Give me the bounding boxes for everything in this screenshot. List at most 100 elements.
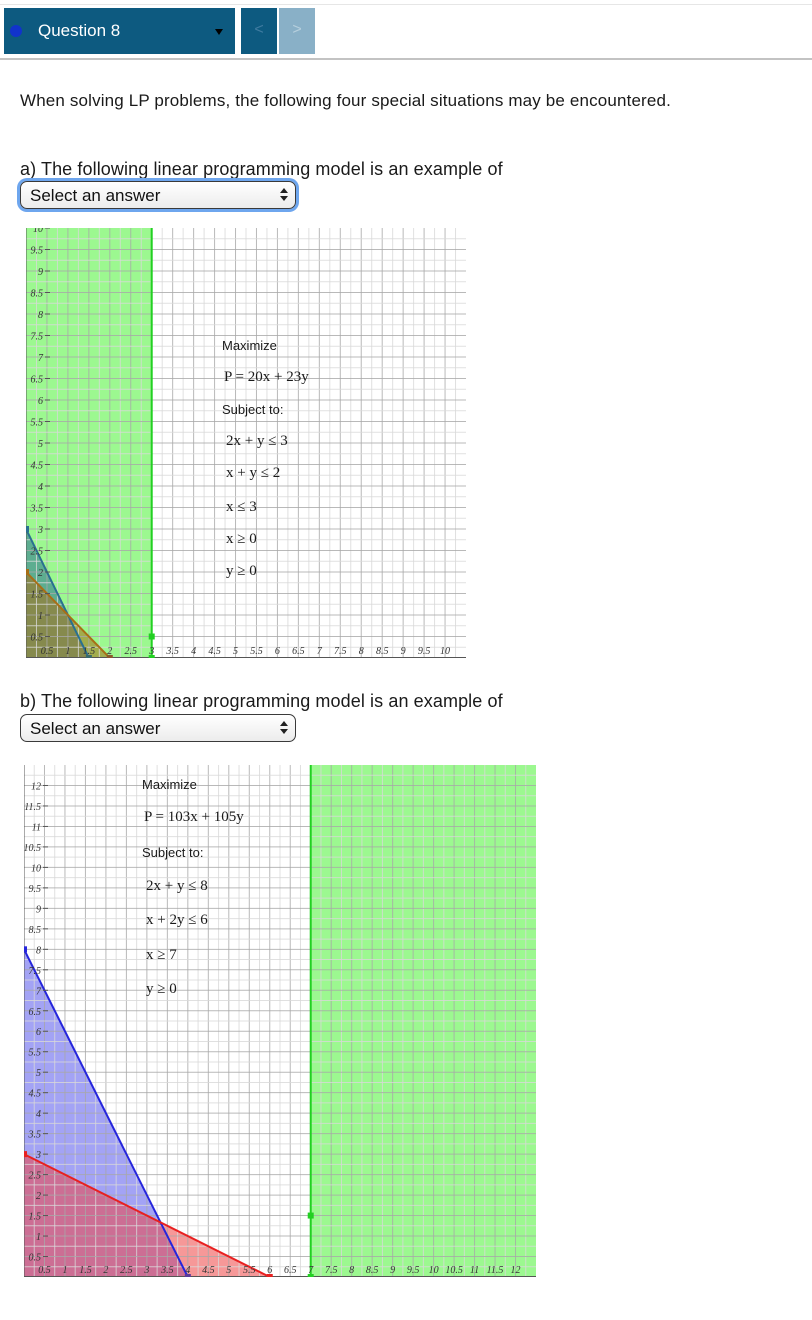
part-b-model-line: y ≥ 0	[146, 981, 177, 997]
question-selector[interactable]: Question 8	[4, 8, 235, 54]
part-b-y-tick-label: 9	[36, 904, 41, 915]
part-a-y-tick-label: 6.5	[31, 375, 44, 386]
part-a-x-tick-label: 6	[275, 646, 280, 657]
part-b-x-tick-label: 9	[390, 1265, 395, 1276]
part-b-y-tick-label: 8	[36, 945, 41, 956]
part-b-y-tick-label: 6.5	[29, 1007, 42, 1018]
part-b-y-tick-label: 12	[31, 781, 41, 792]
part-a-x-tick-label: 9.5	[418, 646, 431, 657]
part-b-y-tick-label: 1.5	[29, 1212, 42, 1223]
part-a-model-line: P = 20x + 23y	[224, 369, 309, 385]
part-a-x-tick-label: 8.5	[376, 646, 389, 657]
part-a-model-line: x ≥ 0	[226, 531, 257, 547]
select-arrows-icon	[280, 721, 288, 735]
part-b-y-tick-label: 0.5	[29, 1253, 42, 1264]
status-dot-icon	[10, 25, 22, 37]
previous-question-button[interactable]: <	[241, 8, 277, 54]
part-a-graph: 0.5 1 1.5 2 2.5 3 3.5 4 4.5 5 5.5 6 6.5 7 7.5 8 8.5 9 9.5 1…	[26, 228, 466, 658]
part-b-model-line: Subject to:	[142, 845, 204, 860]
part-a-y-tick-label: 8	[38, 310, 43, 321]
part-b-intercept-marker	[24, 1151, 27, 1158]
part-b-x-tick-label: 2.5	[120, 1265, 132, 1276]
part-a-model-line: 2x + y ≤ 3	[226, 433, 288, 449]
part-b-graph: 0.5 1 1.5 2 2.5 3 3.5 4 4.5 5 5.5 6 6.5 7 7.5 8 8.5 9 9.5 1…	[24, 765, 536, 1277]
part-a-x-tick-label: 3.5	[165, 646, 179, 657]
part-b-y-tick-label: 7.5	[29, 966, 42, 977]
part-a-y-tick-label: 5	[38, 439, 43, 450]
part-b-y-tick-label: 11	[32, 822, 41, 833]
part-a-x-tick-label: 6.5	[292, 646, 305, 657]
question-intro: When solving LP problems, the following …	[20, 91, 671, 110]
part-b-model-line: Maximize	[142, 777, 197, 792]
part-b-y-tick-label: 1	[36, 1232, 41, 1243]
top-border	[0, 4, 812, 5]
part-b-x-tick-label: 4.5	[202, 1265, 215, 1276]
part-b-x-tick-label: 6	[267, 1265, 272, 1276]
part-b-x-tick-label: 10	[429, 1265, 439, 1276]
part-a-model-line: Subject to:	[222, 402, 284, 417]
part-a-x-tick-label: 3	[148, 646, 154, 657]
part-b-x-tick-label: 5.5	[243, 1265, 256, 1276]
part-b-x-tick-label: 0.5	[38, 1265, 51, 1276]
part-b-y-tick-label: 10.5	[24, 843, 41, 854]
part-b-x-tick-label: 4	[185, 1265, 190, 1276]
part-b-x-tick-label: 9.5	[407, 1265, 420, 1276]
part-b-answer-select[interactable]: Select an answer	[20, 714, 296, 742]
part-b-model-line: x + 2y ≤ 6	[146, 912, 208, 928]
part-b-x-tick-label: 11	[470, 1265, 479, 1276]
part-b-y-tick-label: 5.5	[29, 1048, 42, 1059]
part-a-y-tick-label: 5.5	[31, 418, 44, 429]
part-b-y-tick-label: 8.5	[29, 925, 42, 936]
part-b-y-tick-label: 11.5	[24, 802, 41, 813]
part-b-intercept-marker	[24, 946, 27, 953]
part-b-x-tick-label: 11.5	[487, 1265, 504, 1276]
part-a-y-tick-label: 7.5	[31, 332, 44, 343]
part-a-intercept-marker	[148, 633, 155, 640]
part-a-x-tick-label: 2	[107, 646, 112, 657]
next-question-button[interactable]: >	[279, 8, 315, 54]
part-a-x-tick-label: 2.5	[125, 646, 138, 657]
part-a-x-tick-label: 0.5	[41, 646, 54, 657]
part-b-select-value: Select an answer	[30, 719, 161, 738]
part-a-model-line: Maximize	[222, 338, 277, 353]
part-b-y-tick-label: 4.5	[29, 1089, 42, 1100]
part-a-y-tick-label: 3	[37, 525, 43, 536]
part-b-y-tick-label: 3.5	[28, 1130, 42, 1141]
part-b-x-tick-label: 2	[103, 1265, 108, 1276]
part-a-model-line: x ≤ 3	[226, 499, 257, 515]
part-a-x-tick-label: 8	[359, 646, 364, 657]
part-a-y-tick-label: 2	[38, 568, 43, 579]
part-b-x-tick-label: 6.5	[284, 1265, 297, 1276]
part-a-x-tick-label: 1.5	[83, 646, 96, 657]
part-a-y-tick-label: 6	[38, 396, 43, 407]
part-a-answer-select[interactable]: Select an answer	[20, 181, 296, 209]
part-a-x-tick-label: 4	[191, 646, 196, 657]
part-b-x-tick-label: 3	[143, 1265, 149, 1276]
part-a-x-tick-label: 7.5	[334, 646, 347, 657]
part-a-intercept-marker	[26, 526, 29, 532]
chevron-right-icon: >	[292, 21, 302, 38]
part-b-y-tick-label: 2	[36, 1191, 41, 1202]
question-label: Question 8	[38, 21, 121, 40]
select-arrows-icon	[280, 188, 288, 202]
part-b-y-tick-label: 9.5	[29, 884, 42, 895]
part-b-y-tick-label: 6	[36, 1027, 41, 1038]
part-a-x-tick-label: 5	[233, 646, 238, 657]
part-b-x-tick-label: 3.5	[160, 1265, 174, 1276]
part-b-x-tick-label: 8.5	[366, 1265, 379, 1276]
part-b-y-tick-label: 5	[36, 1068, 41, 1079]
part-a-y-tick-label: 8.5	[31, 289, 44, 300]
part-b-y-tick-label: 4	[36, 1109, 41, 1120]
part-a-model-line: y ≥ 0	[226, 563, 257, 579]
part-a-y-tick-label: 1	[38, 611, 43, 622]
part-a-y-tick-label: 3.5	[30, 504, 44, 515]
part-a-prompt: a) The following linear programming mode…	[20, 159, 503, 179]
part-b-y-tick-label: 3	[35, 1150, 41, 1161]
part-a-x-tick-label: 10	[440, 646, 450, 657]
chevron-left-icon: <	[254, 21, 264, 38]
part-a-x-tick-label: 5.5	[250, 646, 263, 657]
part-a-y-tick-label: 1.5	[31, 590, 44, 601]
part-a-intercept-marker	[26, 569, 29, 575]
chevron-down-icon	[215, 29, 223, 35]
part-b-y-tick-label: 2.5	[29, 1171, 42, 1182]
